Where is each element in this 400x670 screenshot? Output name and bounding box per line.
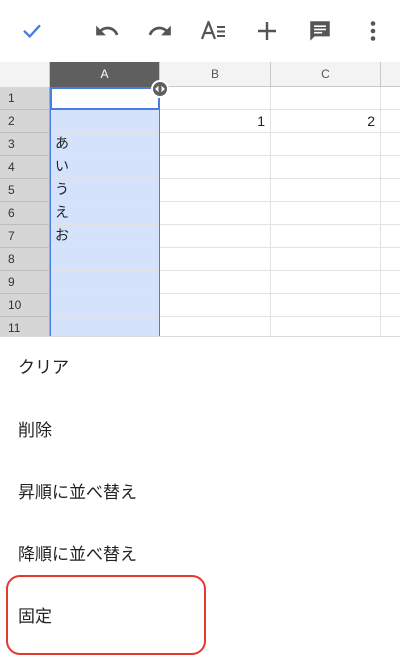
add-icon[interactable]: [252, 16, 282, 46]
active-cell-cursor[interactable]: [50, 87, 160, 110]
cell-c7[interactable]: [271, 225, 381, 247]
undo-icon[interactable]: [92, 16, 122, 46]
row-header[interactable]: 11: [0, 317, 50, 337]
comment-icon[interactable]: [305, 16, 335, 46]
cell-c6[interactable]: [271, 202, 381, 224]
cell-b11[interactable]: [160, 317, 271, 337]
row-header[interactable]: 1: [0, 87, 50, 110]
cell-a9[interactable]: [50, 271, 160, 293]
row-header[interactable]: 7: [0, 225, 50, 248]
spreadsheet-grid: A B C 1 2 3 4 5 6 7 8 9 10 11 1 2 あ い う …: [0, 62, 400, 337]
row-header[interactable]: 9: [0, 271, 50, 294]
table-row: う: [50, 179, 400, 202]
cell-a10[interactable]: [50, 294, 160, 316]
row-header[interactable]: 6: [0, 202, 50, 225]
menu-item-clear[interactable]: クリア: [0, 337, 400, 399]
menu-item-freeze[interactable]: 固定: [0, 586, 400, 648]
column-header-row: A B C: [0, 62, 400, 87]
row-header[interactable]: 5: [0, 179, 50, 202]
redo-icon[interactable]: [145, 16, 175, 46]
cell-c8[interactable]: [271, 248, 381, 270]
menu-item-sort-descending[interactable]: 降順に並べ替え: [0, 524, 400, 586]
cell-a7[interactable]: お: [50, 225, 160, 247]
cell-c11[interactable]: [271, 317, 381, 337]
cell-a5[interactable]: う: [50, 179, 160, 201]
menu-item-delete[interactable]: 削除: [0, 400, 400, 462]
cell-b8[interactable]: [160, 248, 271, 270]
toolbar: [0, 0, 400, 62]
column-header-a[interactable]: A: [50, 62, 160, 87]
cell-a4[interactable]: い: [50, 156, 160, 178]
row-header[interactable]: 10: [0, 294, 50, 317]
cell-c10[interactable]: [271, 294, 381, 316]
cell-b2[interactable]: 1: [160, 110, 271, 132]
text-format-icon[interactable]: [198, 16, 228, 46]
cell-a11[interactable]: [50, 317, 160, 337]
cell-b9[interactable]: [160, 271, 271, 293]
cell-c1[interactable]: [271, 87, 381, 109]
cell-c9[interactable]: [271, 271, 381, 293]
row-header[interactable]: 4: [0, 156, 50, 179]
cell-b1[interactable]: [160, 87, 271, 109]
cell-b10[interactable]: [160, 294, 271, 316]
table-row: 1 2: [50, 110, 400, 133]
column-header-b[interactable]: B: [160, 62, 271, 87]
cell-a6[interactable]: え: [50, 202, 160, 224]
menu-item-sort-ascending[interactable]: 昇順に並べ替え: [0, 462, 400, 524]
cell-b4[interactable]: [160, 156, 271, 178]
more-vert-icon[interactable]: [358, 16, 388, 46]
cell-a3[interactable]: あ: [50, 133, 160, 155]
resize-arrows-icon: [155, 85, 165, 93]
row-header[interactable]: 2: [0, 110, 50, 133]
row-header[interactable]: 3: [0, 133, 50, 156]
cell-a8[interactable]: [50, 248, 160, 270]
cell-c2[interactable]: 2: [271, 110, 381, 132]
cell-a2[interactable]: [50, 110, 160, 132]
cell-b5[interactable]: [160, 179, 271, 201]
table-row: え: [50, 202, 400, 225]
column-header-c[interactable]: C: [271, 62, 381, 87]
table-row: [50, 271, 400, 294]
select-all-corner[interactable]: [0, 62, 50, 87]
row-header[interactable]: 8: [0, 248, 50, 271]
column-resize-handle[interactable]: [151, 80, 169, 98]
table-row: い: [50, 156, 400, 179]
table-row: お: [50, 225, 400, 248]
cell-b3[interactable]: [160, 133, 271, 155]
context-menu: クリア 削除 昇順に並べ替え 降順に並べ替え 固定: [0, 337, 400, 670]
check-icon[interactable]: [17, 16, 47, 46]
table-row: [50, 317, 400, 337]
cell-b6[interactable]: [160, 202, 271, 224]
table-row: あ: [50, 133, 400, 156]
cell-c5[interactable]: [271, 179, 381, 201]
table-row: [50, 294, 400, 317]
table-row: [50, 248, 400, 271]
cell-c3[interactable]: [271, 133, 381, 155]
cell-c4[interactable]: [271, 156, 381, 178]
cell-b7[interactable]: [160, 225, 271, 247]
